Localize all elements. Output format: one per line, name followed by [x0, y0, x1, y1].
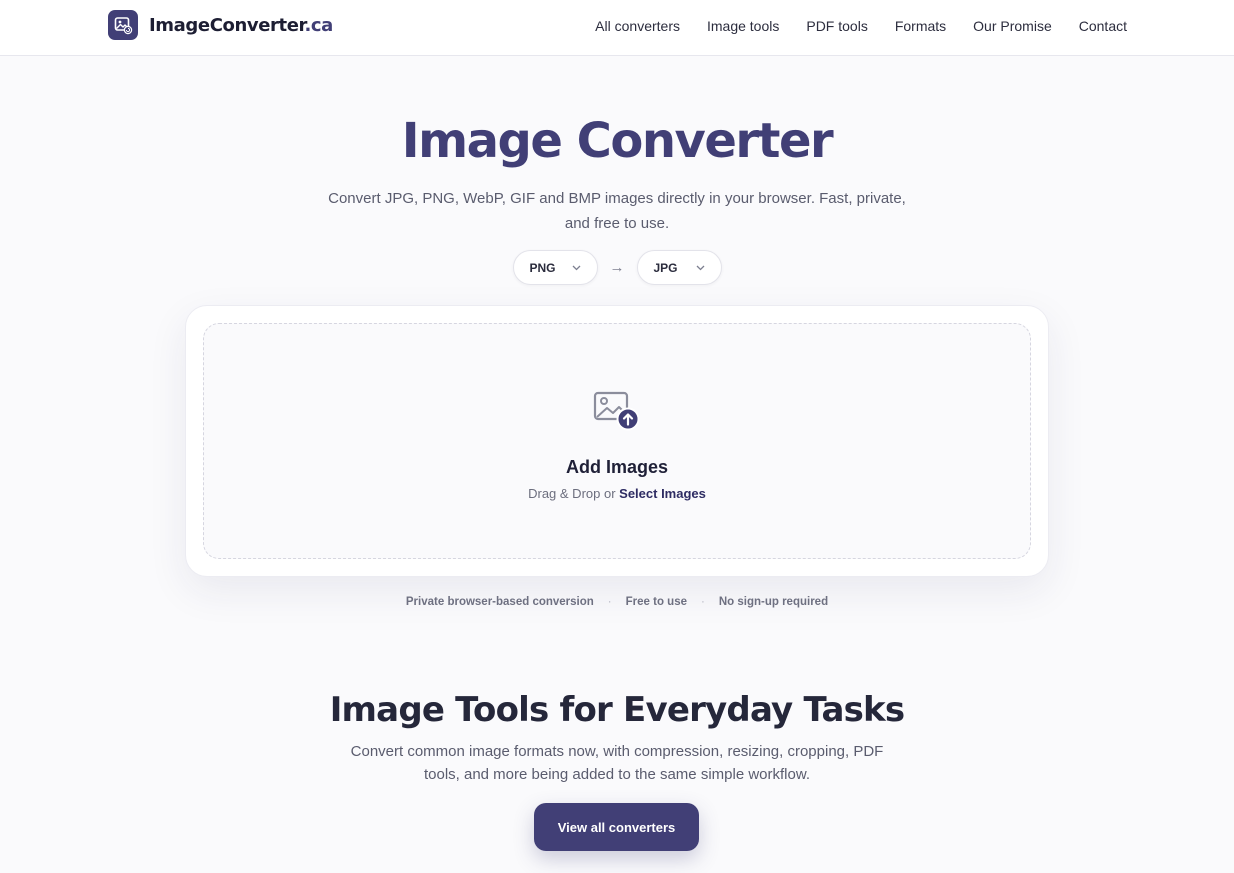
section-subtitle: Convert common image formats now, with c… [350, 743, 884, 783]
to-format-value: JPG [653, 260, 678, 275]
nav-image-tools[interactable]: Image tools [707, 18, 779, 34]
nav-pdf-tools[interactable]: PDF tools [806, 18, 867, 34]
add-images-prompt: Drag & Drop or Select Images [0, 486, 1234, 501]
brand-tld: .ca [304, 14, 333, 36]
to-format-select[interactable]: JPG [636, 250, 722, 285]
drag-drop-text: Drag & Drop or [528, 486, 616, 501]
chevron-down-icon [572, 265, 580, 270]
image-logo-icon [108, 10, 138, 40]
nav-contact[interactable]: Contact [1079, 18, 1127, 34]
nav-all-converters[interactable]: All converters [595, 18, 680, 34]
chevron-down-icon [696, 265, 704, 270]
page-subtitle: Convert JPG, PNG, WebP, GIF and BMP imag… [328, 190, 906, 232]
from-format-value: PNG [529, 260, 556, 275]
from-format-select[interactable]: PNG [512, 250, 598, 285]
nav-our-promise[interactable]: Our Promise [973, 18, 1052, 34]
format-selector-row: PNG → JPG [0, 250, 1234, 285]
dropzone[interactable] [203, 323, 1031, 559]
section-title: Image Tools for Everyday Tasks [329, 690, 905, 730]
feature-item: Free to use [625, 596, 687, 608]
image-upload-icon [593, 391, 640, 431]
view-all-converters-button[interactable]: View all converters [534, 803, 699, 851]
feature-item: No sign-up required [718, 596, 829, 608]
site-header: ImageConverter.ca All converters Image t… [0, 0, 1234, 56]
nav-formats[interactable]: Formats [895, 18, 946, 34]
add-images-title: Add Images [565, 457, 669, 477]
select-images-link[interactable]: Select Images [619, 486, 706, 501]
main-nav: All converters Image tools PDF tools For… [595, 0, 1127, 52]
brand-name: ImageConverter.ca [149, 14, 333, 36]
upload-card [185, 305, 1049, 577]
page-title: Image Converter [401, 113, 834, 169]
separator-dot: · [607, 596, 612, 608]
site-logo[interactable]: ImageConverter.ca [108, 10, 333, 40]
feature-list: Private browser-based conversion · Free … [0, 596, 1234, 608]
arrow-right-icon: → [609, 259, 625, 276]
feature-item: Private browser-based conversion [405, 596, 594, 608]
separator-dot: · [701, 596, 705, 608]
